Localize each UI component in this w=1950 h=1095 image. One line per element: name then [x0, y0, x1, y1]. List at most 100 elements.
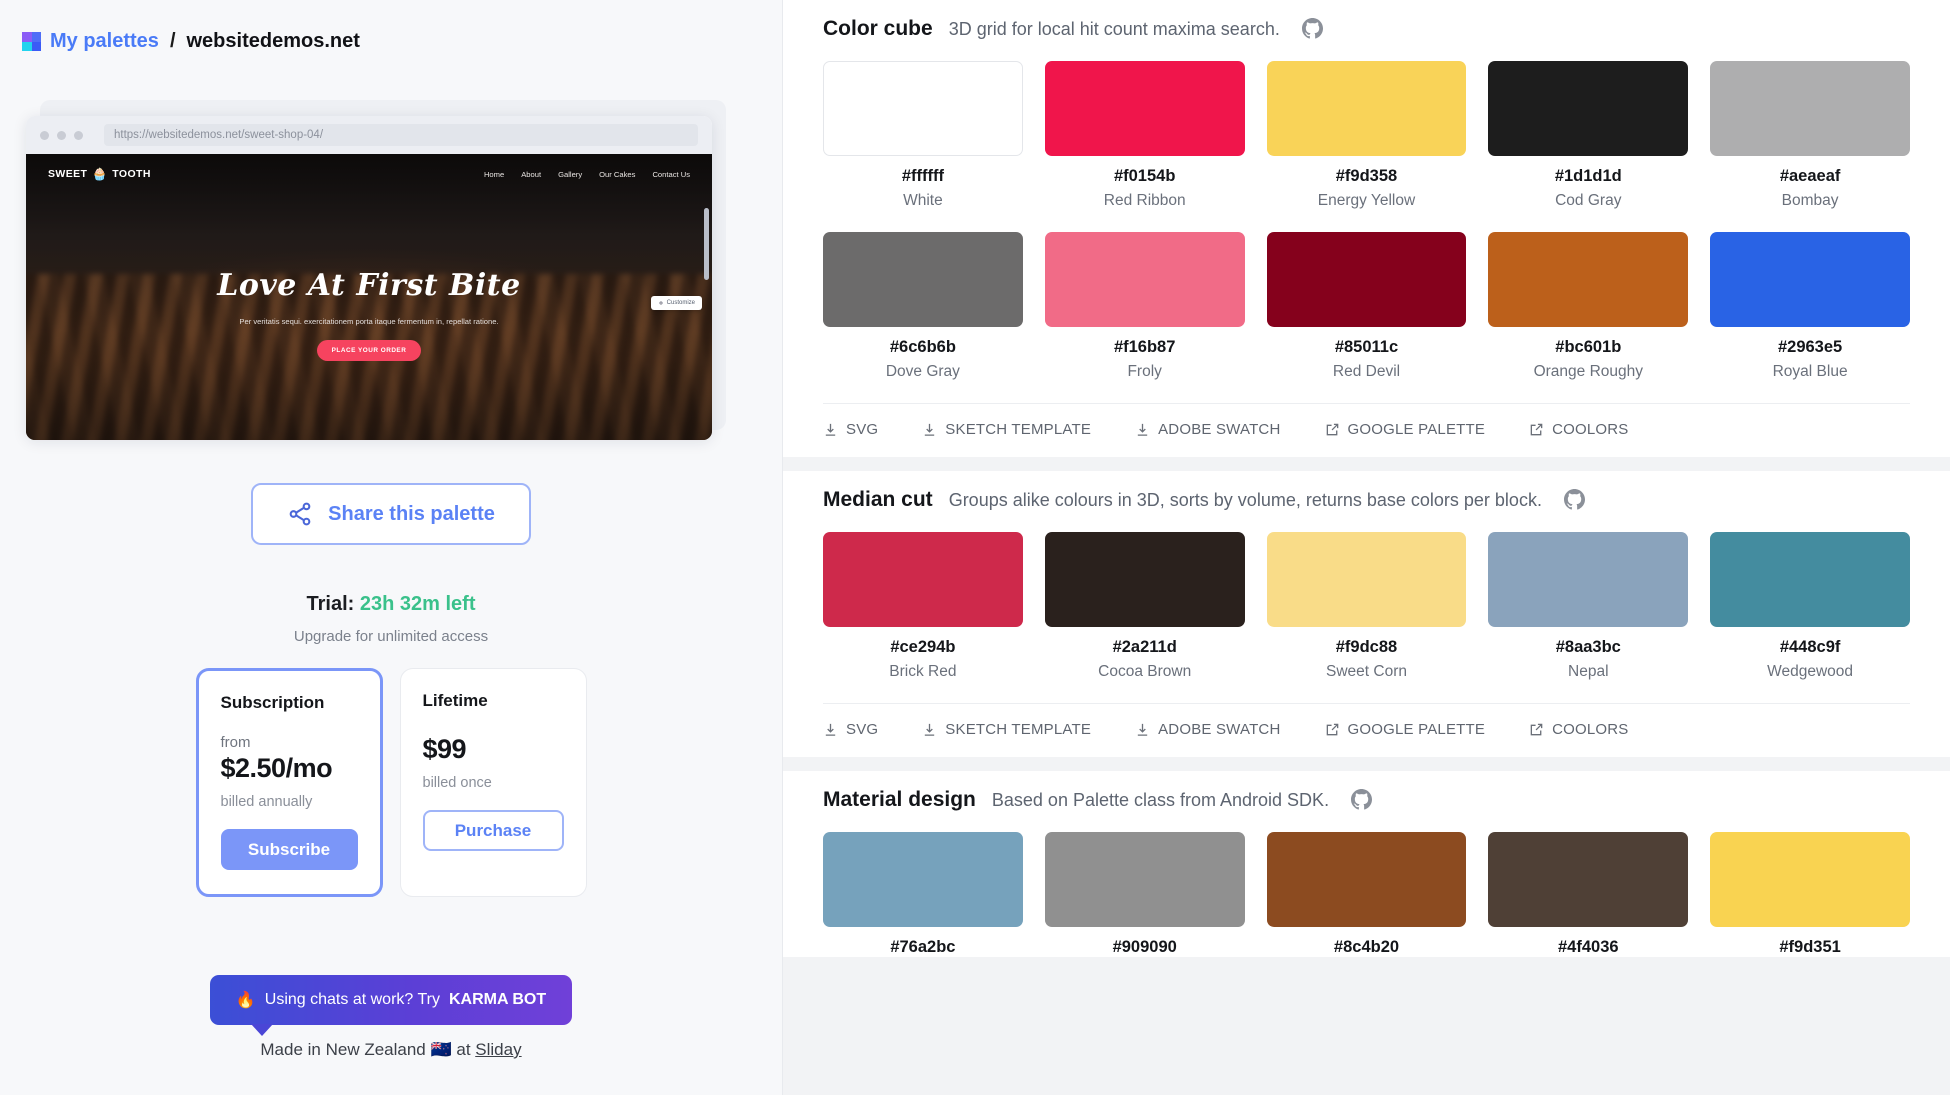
export-sketch-template[interactable]: SKETCH TEMPLATE [922, 421, 1091, 438]
export-label: ADOBE SWATCH [1158, 721, 1281, 738]
export-coolors[interactable]: COOLORS [1529, 421, 1628, 438]
swatch[interactable]: #f9d358 Energy Yellow [1266, 61, 1467, 210]
pricing-card-subscription[interactable]: Subscription from $2.50/mo billed annual… [195, 668, 383, 897]
swatch-color[interactable] [823, 532, 1023, 627]
export-adobe-swatch[interactable]: ADOBE SWATCH [1135, 421, 1280, 438]
purchase-button[interactable]: Purchase [422, 810, 564, 851]
swatch[interactable]: #bc601b Orange Roughy [1488, 232, 1689, 381]
karma-banner-wrap: 🔥 Using chats at work? Try KARMA BOT [0, 975, 782, 1036]
swatch-color[interactable] [1710, 532, 1910, 627]
swatch-hex: #f0154b [1113, 167, 1176, 185]
swatch[interactable]: #4f4036 [1488, 832, 1689, 957]
color-cube-description: 3D grid for local hit count maxima searc… [948, 19, 1280, 39]
download-icon [925, 723, 935, 736]
subscribe-button[interactable]: Subscribe [220, 829, 358, 870]
swatch[interactable]: #f16b87 Froly [1044, 232, 1245, 381]
export-adobe-swatch[interactable]: ADOBE SWATCH [1135, 721, 1280, 738]
swatch[interactable]: #1d1d1d Cod Gray [1488, 61, 1689, 210]
swatch-color[interactable] [1488, 832, 1689, 927]
swatch-color[interactable] [1044, 832, 1245, 927]
swatch-color[interactable] [1710, 61, 1910, 156]
swatch[interactable]: #85011c Red Devil [1266, 232, 1467, 381]
sliday-link[interactable]: Sliday [475, 1040, 521, 1059]
github-icon[interactable] [1563, 489, 1585, 510]
export-google-palette[interactable]: GOOGLE PALETTE [1325, 721, 1486, 738]
swatch-name: Energy Yellow [1317, 192, 1416, 209]
swatch[interactable]: #909090 [1044, 832, 1245, 957]
swatch[interactable]: #f9d351 [1710, 832, 1910, 957]
trial-time-left: 23h 32m left [359, 593, 476, 615]
swatch-hex: #4f4036 [1558, 938, 1619, 956]
swatch-color[interactable] [823, 832, 1023, 927]
github-icon[interactable] [1351, 789, 1373, 810]
cupcake-icon: 🧁 [92, 167, 108, 181]
swatch-name: Nepal [1568, 663, 1609, 680]
export-label: SVG [846, 421, 879, 438]
swatch[interactable]: #ce294b Brick Red [823, 532, 1023, 681]
karma-bot-banner[interactable]: 🔥 Using chats at work? Try KARMA BOT [209, 975, 573, 1036]
median-cut-title: Median cut [823, 488, 933, 511]
swatch-hex: #1d1d1d [1554, 167, 1622, 185]
site-nav-item: Our Cakes [599, 169, 636, 179]
swatch-color[interactable] [1266, 832, 1467, 927]
swatch[interactable]: #8aa3bc Nepal [1488, 532, 1689, 681]
export-label: COOLORS [1552, 421, 1629, 438]
customize-pill: Customize [650, 296, 702, 310]
swatch-color[interactable] [823, 232, 1023, 327]
swatch-color[interactable] [1044, 532, 1245, 627]
swatch[interactable]: #2963e5 Royal Blue [1710, 232, 1910, 381]
swatch[interactable]: #f0154b Red Ribbon [1044, 61, 1245, 210]
swatch[interactable]: #8c4b20 [1266, 832, 1467, 957]
swatch-name: Brick Red [889, 663, 957, 680]
swatch[interactable]: #aeaeaf Bombay [1710, 61, 1910, 210]
swatch-color[interactable] [1044, 232, 1245, 327]
site-logo-right: TOOTH [112, 168, 151, 180]
swatch[interactable]: #6c6b6b Dove Gray [823, 232, 1023, 381]
preview-scrollbar[interactable] [704, 208, 709, 280]
export-svg[interactable]: SVG [823, 721, 878, 738]
footer-made-mid: at [451, 1040, 476, 1059]
swatch-color[interactable] [823, 61, 1023, 156]
swatch[interactable]: #448c9f Wedgewood [1710, 532, 1910, 681]
swatch-hex: #2963e5 [1777, 338, 1843, 356]
download-icon [825, 423, 836, 436]
swatch-color[interactable] [1710, 832, 1910, 927]
export-coolors[interactable]: COOLORS [1529, 721, 1628, 738]
swatch-color[interactable] [1044, 61, 1245, 156]
export-svg[interactable]: SVG [823, 421, 878, 438]
export-label: SVG [846, 721, 879, 738]
browser-chrome-bar: https://websitedemos.net/sweet-shop-04/ [26, 116, 712, 154]
swatch-color[interactable] [1488, 232, 1689, 327]
external-link-icon [1326, 423, 1338, 436]
site-nav-item: About [521, 169, 542, 179]
swatch[interactable]: #f9dc88 Sweet Corn [1266, 532, 1467, 681]
github-icon[interactable] [1301, 18, 1323, 39]
download-icon [1137, 423, 1148, 436]
export-google-palette[interactable]: GOOGLE PALETTE [1325, 421, 1486, 438]
median-cut-header: Median cut Groups alike colours in 3D, s… [823, 471, 1910, 512]
export-label: GOOGLE PALETTE [1347, 421, 1486, 438]
swatch-color[interactable] [1266, 61, 1467, 156]
download-icon [1137, 723, 1148, 736]
pricing-card-lifetime[interactable]: Lifetime $99 billed once Purchase [399, 668, 587, 897]
export-sketch-template[interactable]: SKETCH TEMPLATE [922, 721, 1091, 738]
swatch-hex: #ce294b [890, 638, 956, 656]
window-minimize-dot [57, 130, 66, 140]
share-palette-button[interactable]: Share this palette [251, 483, 531, 545]
site-hero-title: Love At First Bite [217, 268, 521, 303]
swatch-color[interactable] [1266, 232, 1467, 327]
swatch-hex: #f9dc88 [1335, 638, 1398, 656]
swatch-color[interactable] [1488, 61, 1689, 156]
swatch[interactable]: #2a211d Cocoa Brown [1044, 532, 1245, 681]
swatch[interactable]: #76a2bc [823, 832, 1023, 957]
export-label: COOLORS [1552, 721, 1629, 738]
swatch-hex: #f16b87 [1113, 338, 1176, 356]
site-preview: https://websitedemos.net/sweet-shop-04/ … [26, 100, 726, 442]
swatch[interactable]: #ffffff White [823, 61, 1023, 210]
swatch-color[interactable] [1488, 532, 1689, 627]
median-cut-swatches: #ce294b Brick Red #2a211d Cocoa Brown #f9d… [823, 532, 1910, 681]
swatch-color[interactable] [1710, 232, 1910, 327]
breadcrumb-my-palettes-link[interactable]: My palettes [50, 30, 159, 53]
site-nav-item: Home [483, 169, 505, 179]
swatch-color[interactable] [1266, 532, 1467, 627]
